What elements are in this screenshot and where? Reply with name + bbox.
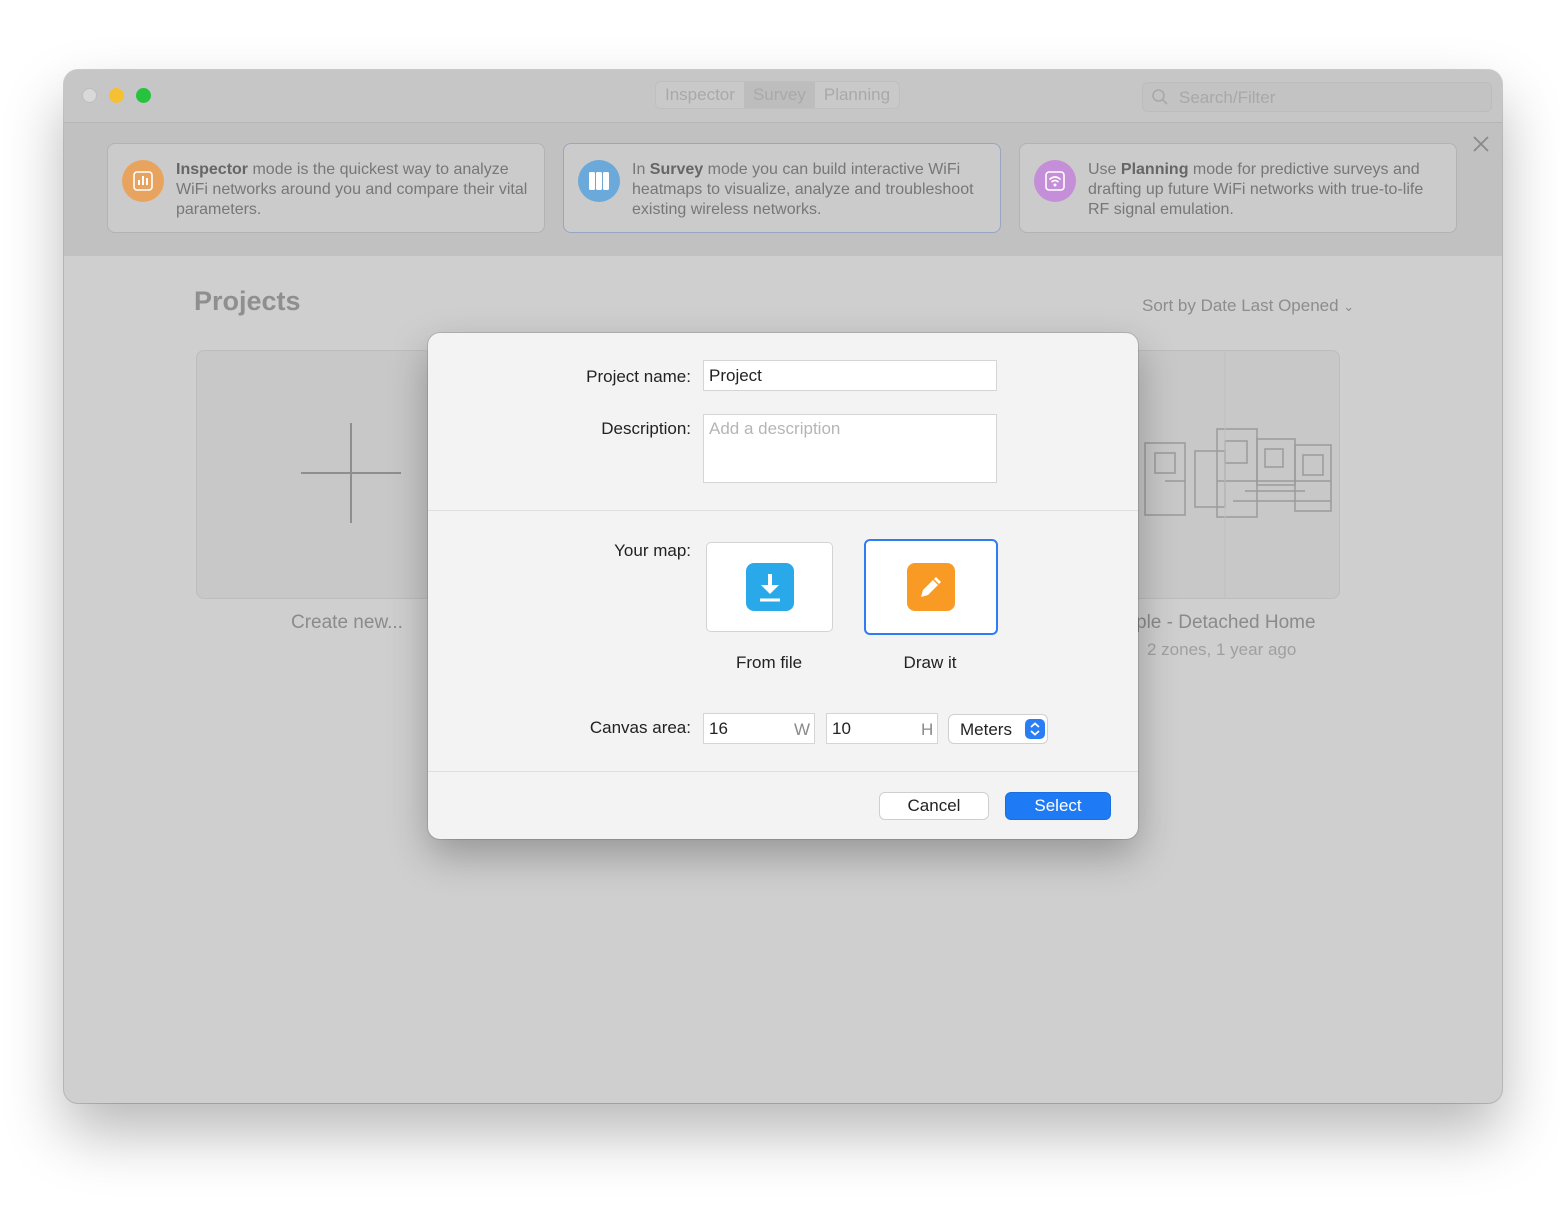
search-icon bbox=[1152, 89, 1168, 105]
close-window-button[interactable] bbox=[82, 88, 97, 103]
height-unit-label: H bbox=[921, 720, 934, 739]
width-unit-label: W bbox=[794, 720, 811, 739]
map-icon bbox=[578, 160, 620, 202]
section-divider bbox=[428, 510, 1138, 511]
create-new-label: Create new... bbox=[291, 612, 403, 633]
tab-survey[interactable]: Survey bbox=[743, 82, 815, 108]
from-file-button[interactable] bbox=[706, 542, 833, 632]
wifi-icon bbox=[1034, 160, 1076, 202]
from-file-label: From file bbox=[735, 653, 803, 672]
units-popup[interactable]: Meters bbox=[948, 714, 1048, 744]
chevron-down-icon: ⌄ bbox=[1343, 299, 1355, 314]
canvas-area-label: Canvas area: bbox=[589, 718, 691, 737]
projects-title: Projects bbox=[194, 286, 301, 316]
chart-icon bbox=[122, 160, 164, 202]
search-input[interactable] bbox=[1177, 83, 1481, 113]
create-new-tile[interactable] bbox=[196, 350, 432, 599]
pencil-icon bbox=[907, 563, 955, 611]
survey-info-text: In Survey mode you can build interactive… bbox=[632, 161, 974, 218]
your-map-label: Your map: bbox=[614, 541, 691, 560]
new-project-dialog: Project name: Description: Your map: Fro… bbox=[428, 333, 1138, 839]
inspector-info-card: Inspector mode is the quickest way to an… bbox=[107, 143, 545, 233]
title-bar: Inspector Survey Planning bbox=[64, 70, 1502, 123]
sample-project-tile[interactable] bbox=[1104, 350, 1340, 599]
zoom-window-button[interactable] bbox=[136, 88, 151, 103]
sort-menu[interactable]: Sort by Date Last Opened ⌄ bbox=[1142, 296, 1354, 316]
mode-segmented-control: Inspector Survey Planning bbox=[655, 81, 901, 109]
plus-icon bbox=[301, 423, 401, 523]
search-field[interactable] bbox=[1142, 82, 1492, 113]
select-button[interactable]: Select bbox=[1005, 792, 1111, 820]
draw-it-label: Draw it bbox=[903, 653, 957, 672]
sample-project-meta: 2 zones, 1 year ago bbox=[1147, 640, 1297, 659]
survey-info-card: In Survey mode you can build interactive… bbox=[563, 143, 1001, 233]
description-input[interactable] bbox=[703, 414, 997, 483]
cancel-button[interactable]: Cancel bbox=[879, 792, 989, 820]
tab-planning[interactable]: Planning bbox=[815, 82, 899, 108]
floorplan-thumbnail bbox=[1144, 351, 1332, 598]
chevron-updown-icon bbox=[1025, 719, 1045, 739]
units-value: Meters bbox=[960, 720, 1012, 739]
mode-info-banner: Inspector mode is the quickest way to an… bbox=[64, 123, 1502, 256]
sort-label: Sort by Date Last Opened bbox=[1142, 296, 1339, 315]
footer-divider bbox=[428, 771, 1138, 772]
planning-info-text: Use Planning mode for predictive surveys… bbox=[1088, 161, 1424, 218]
minimize-window-button[interactable] bbox=[109, 88, 124, 103]
draw-it-button[interactable] bbox=[864, 539, 998, 635]
description-label: Description: bbox=[601, 419, 691, 438]
project-name-input[interactable] bbox=[703, 360, 997, 391]
download-icon bbox=[746, 563, 794, 611]
tab-inspector[interactable]: Inspector bbox=[656, 82, 744, 108]
sample-project-label: ple - Detached Home bbox=[1136, 612, 1316, 633]
planning-info-card: Use Planning mode for predictive surveys… bbox=[1019, 143, 1457, 233]
project-name-label: Project name: bbox=[586, 367, 691, 386]
inspector-info-text: Inspector mode is the quickest way to an… bbox=[176, 161, 528, 218]
close-icon[interactable] bbox=[1470, 133, 1492, 155]
